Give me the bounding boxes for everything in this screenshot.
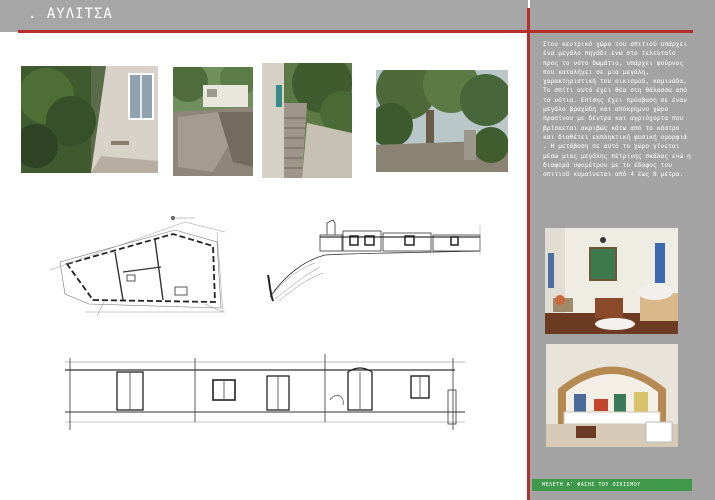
photo-tree-view xyxy=(376,70,508,172)
floor-plan-sketch xyxy=(45,212,235,320)
photo-courtyard-trees xyxy=(21,66,158,173)
footer-label: ΜΕΛΕΤΗ Α' ΦΑΣΗΣ ΤΟΥ ΟΙΚΙΣΜΟΥ xyxy=(542,482,641,488)
photo-interior-living-room xyxy=(545,228,678,334)
header-divider xyxy=(18,30,693,33)
section-sketch xyxy=(265,215,485,303)
photo-stone-stairs xyxy=(262,63,352,178)
photo-stone-well xyxy=(173,67,253,176)
column-divider xyxy=(527,8,530,500)
page-title: . ΑΥΛΙΤΣΑ xyxy=(28,6,113,22)
elevation-sketch xyxy=(65,350,465,434)
description-text: Στον κεντρικό χώρο του σπιτιού υπάρχει έ… xyxy=(543,41,691,179)
photo-arched-niche xyxy=(546,344,678,447)
